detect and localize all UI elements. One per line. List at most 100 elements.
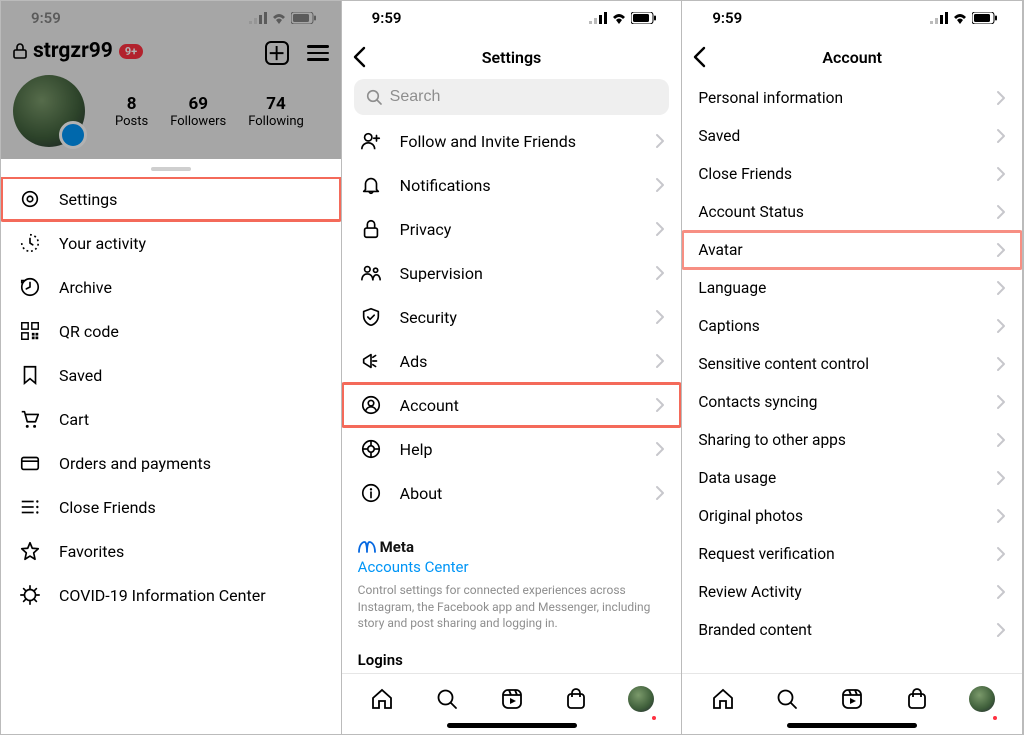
battery-icon (631, 12, 657, 24)
sheet-grabber[interactable] (151, 167, 191, 171)
profile-avatar-icon (628, 686, 654, 712)
back-button[interactable] (692, 46, 706, 68)
chevron-right-icon (996, 166, 1006, 182)
tab-home[interactable] (368, 685, 396, 713)
home-indicator (787, 723, 917, 728)
tab-search[interactable] (433, 685, 461, 713)
list-item-label: Avatar (698, 241, 980, 259)
list-item[interactable]: Saved (682, 117, 1022, 155)
stat-posts[interactable]: 8 Posts (115, 94, 148, 129)
list-item[interactable]: Supervision (342, 251, 682, 295)
accounts-center-block[interactable]: Meta Accounts Center Control settings fo… (342, 532, 682, 641)
chevron-right-icon (655, 309, 665, 325)
list-item-label: Saved (698, 127, 980, 145)
chevron-right-icon (655, 265, 665, 281)
tab-reels[interactable] (838, 685, 866, 713)
list-item[interactable]: Follow and Invite Friends (342, 119, 682, 163)
list-item[interactable]: Settings (1, 177, 341, 221)
accounts-center-link[interactable]: Accounts Center (358, 558, 666, 576)
list-item[interactable]: Notifications (342, 163, 682, 207)
status-time: 9:59 (372, 9, 402, 27)
list-item[interactable]: Your activity (1, 221, 341, 265)
menu-button[interactable] (307, 45, 329, 61)
search-input[interactable] (390, 88, 658, 106)
list-item[interactable]: Review Activity (682, 573, 1022, 611)
list-item[interactable]: Security (342, 295, 682, 339)
list-item[interactable]: Orders and payments (1, 441, 341, 485)
tab-profile[interactable] (627, 685, 655, 713)
tab-home[interactable] (709, 685, 737, 713)
list-item[interactable]: Sharing to other apps (682, 421, 1022, 459)
list-item[interactable]: Captions (682, 307, 1022, 345)
chevron-right-icon (996, 546, 1006, 562)
list-item[interactable]: Original photos (682, 497, 1022, 535)
list-item[interactable]: Personal information (682, 79, 1022, 117)
status-time: 9:59 (712, 9, 742, 27)
list-item[interactable]: COVID-19 Information Center (1, 573, 341, 617)
adduser-icon (358, 130, 384, 152)
list-item[interactable]: QR code (1, 309, 341, 353)
accounts-center-description: Control settings for connected experienc… (358, 582, 666, 631)
signal-icon (930, 12, 948, 24)
list-item[interactable]: Language (682, 269, 1022, 307)
list-item[interactable]: Favorites (1, 529, 341, 573)
list-item[interactable]: Data usage (682, 459, 1022, 497)
search-field[interactable] (354, 79, 670, 115)
back-button[interactable] (352, 46, 366, 68)
list-item-label: Branded content (698, 621, 980, 639)
info-icon (358, 482, 384, 504)
list-item[interactable]: Cart (1, 397, 341, 441)
list-item[interactable]: Close Friends (682, 155, 1022, 193)
list-item-label: Orders and payments (59, 454, 325, 473)
account-list: Personal information Saved Close FriendsAc… (682, 79, 1022, 673)
list-item[interactable]: Account (342, 383, 682, 427)
signal-icon (589, 12, 607, 24)
list-item-label: Request verification (698, 545, 980, 563)
list-item-label: Personal information (698, 89, 980, 107)
chevron-right-icon (996, 432, 1006, 448)
nav-header: Account (682, 35, 1022, 79)
list-item[interactable]: Help (342, 427, 682, 471)
chevron-right-icon (996, 318, 1006, 334)
chevron-right-icon (655, 441, 665, 457)
list-item[interactable]: Archive (1, 265, 341, 309)
list-item[interactable]: Branded content (682, 611, 1022, 649)
list-item-label: Your activity (59, 234, 325, 253)
status-icons (249, 12, 317, 24)
create-button[interactable]: ＋ (265, 41, 289, 65)
list-item[interactable]: Ads (342, 339, 682, 383)
search-icon (366, 89, 382, 105)
nav-header: Settings (342, 35, 682, 79)
list-item[interactable]: Privacy (342, 207, 682, 251)
list-item[interactable]: Request verification (682, 535, 1022, 573)
chevron-right-icon (655, 485, 665, 501)
tab-reels[interactable] (498, 685, 526, 713)
status-time: 9:59 (31, 9, 61, 27)
tab-shop[interactable] (903, 685, 931, 713)
chevron-right-icon (996, 356, 1006, 372)
tab-profile[interactable] (968, 685, 996, 713)
list-item-label: Ads (400, 352, 640, 371)
username[interactable]: strgzr99 (33, 39, 113, 63)
stat-following[interactable]: 74 Following (248, 94, 304, 129)
list-item[interactable]: Close Friends (1, 485, 341, 529)
tab-search[interactable] (773, 685, 801, 713)
cart-icon (17, 408, 43, 430)
phone-1: 9:59 strgzr99 9+ ＋ (1, 1, 342, 734)
list-item[interactable]: About (342, 471, 682, 515)
status-bar: 9:59 (682, 1, 1022, 35)
list-item[interactable]: Saved (1, 353, 341, 397)
list-item[interactable]: Sensitive content control (682, 345, 1022, 383)
status-icons (930, 12, 998, 24)
profile-avatar[interactable] (13, 75, 85, 147)
chevron-right-icon (996, 470, 1006, 486)
tab-shop[interactable] (562, 685, 590, 713)
list-item[interactable]: Account Status (682, 193, 1022, 231)
list-item-label: Archive (59, 278, 325, 297)
list-item[interactable]: Avatar (682, 231, 1022, 269)
list-item-label: Captions (698, 317, 980, 335)
stat-followers[interactable]: 69 Followers (170, 94, 226, 129)
star-icon (17, 540, 43, 562)
tab-bar (682, 673, 1022, 723)
list-item[interactable]: Contacts syncing (682, 383, 1022, 421)
